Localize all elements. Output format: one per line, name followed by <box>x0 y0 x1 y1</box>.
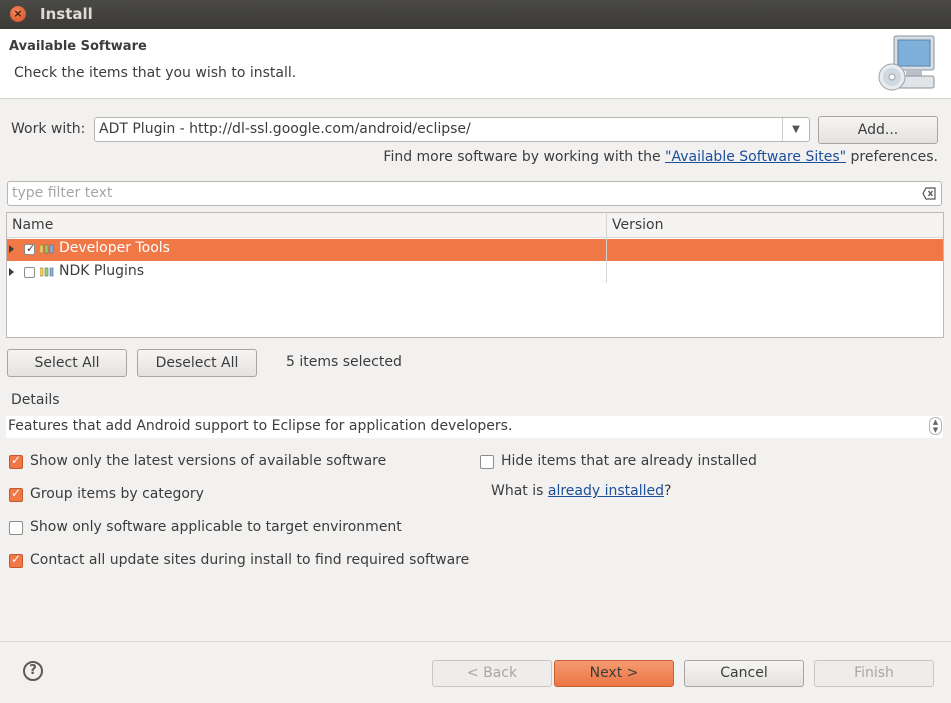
contact-update-sites-label: Contact all update sites during install … <box>30 552 470 568</box>
help-icon[interactable]: ? <box>23 661 43 681</box>
filter-placeholder: type filter text <box>12 185 113 201</box>
software-table: Name Version ✓ Developer Tools NDK Plugi… <box>6 212 944 338</box>
already-installed-link[interactable]: already installed <box>548 483 664 499</box>
page-description: Check the items that you wish to install… <box>14 65 297 81</box>
feature-group-icon <box>40 244 54 254</box>
table-row[interactable]: ✓ Developer Tools <box>7 239 943 261</box>
monitor-cd-icon <box>878 35 935 91</box>
expand-arrow-icon[interactable] <box>9 245 14 253</box>
title-bar: × Install <box>0 0 951 29</box>
what-is-installed: What is already installed? <box>491 483 671 499</box>
next-button[interactable]: Next > <box>554 660 674 687</box>
deselect-all-button[interactable]: Deselect All <box>137 349 257 377</box>
table-header: Name Version <box>7 213 943 238</box>
latest-versions-checkbox[interactable] <box>9 453 23 469</box>
latest-versions-label: Show only the latest versions of availab… <box>30 453 387 469</box>
available-software-sites-link[interactable]: "Available Software Sites" <box>665 149 846 165</box>
work-with-label: Work with: <box>11 121 86 137</box>
column-header-name[interactable]: Name <box>12 217 53 233</box>
work-with-combo[interactable]: ADT Plugin - http://dl-ssl.google.com/an… <box>94 117 810 142</box>
find-more-text: Find more software by working with the "… <box>383 149 938 165</box>
selection-status: 5 items selected <box>286 354 402 370</box>
table-row[interactable]: NDK Plugins <box>7 262 943 284</box>
feature-group-icon <box>40 267 54 277</box>
cancel-button[interactable]: Cancel <box>684 660 804 687</box>
select-all-button[interactable]: Select All <box>7 349 127 377</box>
expand-arrow-icon[interactable] <box>9 268 14 276</box>
what-is-prefix: What is <box>491 483 548 499</box>
row-name: NDK Plugins <box>59 263 145 279</box>
applicable-only-checkbox[interactable] <box>9 521 23 535</box>
finish-button[interactable]: Finish <box>814 660 934 687</box>
group-by-category-checkbox[interactable] <box>9 486 23 502</box>
filter-input[interactable]: type filter text <box>7 181 942 206</box>
column-header-version[interactable]: Version <box>612 217 663 233</box>
footer-divider <box>0 641 951 642</box>
details-label: Details <box>11 392 60 408</box>
group-by-category-label: Group items by category <box>30 486 204 502</box>
details-box: Features that add Android support to Ecl… <box>6 416 943 438</box>
row-checkbox[interactable] <box>24 267 35 278</box>
applicable-only-label: Show only software applicable to target … <box>30 519 402 535</box>
page-header: Available Software Check the items that … <box>0 29 951 99</box>
close-icon[interactable]: × <box>10 6 26 22</box>
hide-installed-label: Hide items that are already installed <box>501 453 757 469</box>
page-title: Available Software <box>9 39 147 54</box>
find-more-suffix: preferences. <box>846 149 939 165</box>
back-button[interactable]: < Back <box>432 660 552 687</box>
details-scrollbar[interactable]: ▲ ▼ <box>929 417 942 435</box>
chevron-down-icon[interactable]: ▼ <box>782 118 809 141</box>
add-site-button[interactable]: Add... <box>818 116 938 144</box>
find-more-prefix: Find more software by working with the <box>383 149 666 165</box>
column-divider[interactable] <box>606 213 607 283</box>
hide-installed-checkbox[interactable] <box>480 455 494 469</box>
row-checkbox[interactable]: ✓ <box>24 242 35 255</box>
window-title: Install <box>40 5 93 23</box>
contact-update-sites-checkbox[interactable] <box>9 552 23 568</box>
clear-filter-icon[interactable] <box>922 186 937 201</box>
row-name: Developer Tools <box>59 240 170 256</box>
what-is-suffix: ? <box>664 483 672 499</box>
details-text: Features that add Android support to Ecl… <box>8 418 513 434</box>
work-with-value: ADT Plugin - http://dl-ssl.google.com/an… <box>99 121 471 137</box>
